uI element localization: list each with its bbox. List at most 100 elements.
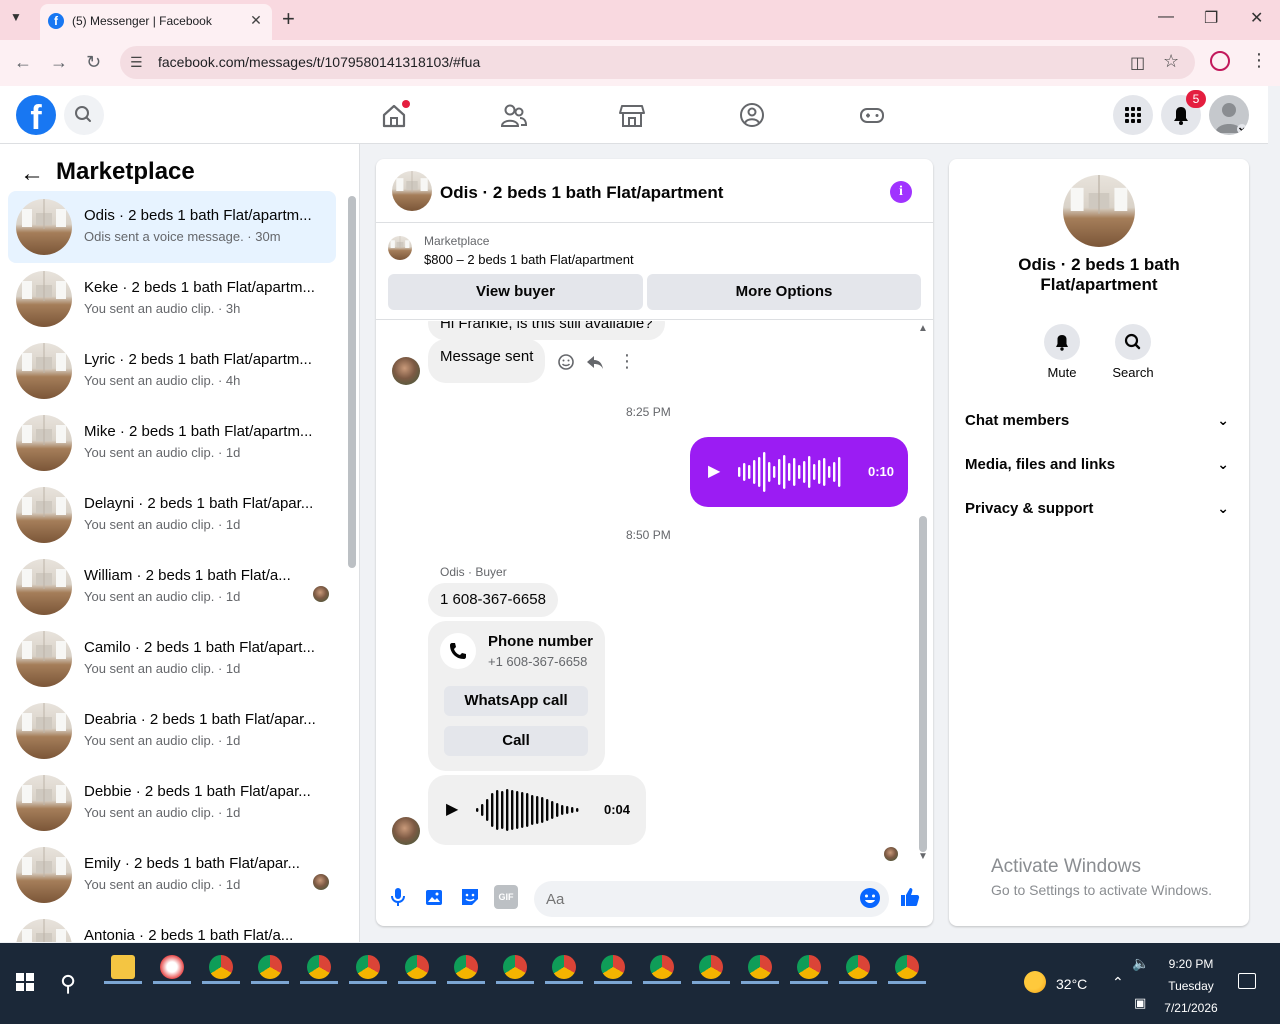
chrome-icon[interactable] — [797, 955, 821, 979]
conversation-item[interactable]: Debbie · 2 beds 1 bath Flat/apar... You s… — [8, 767, 336, 839]
conversation-item[interactable]: Lyric · 2 beds 1 bath Flat/apartm... You … — [8, 335, 336, 407]
restore-icon[interactable]: ❐ — [1204, 8, 1218, 28]
reply-icon[interactable] — [584, 351, 606, 373]
forward-icon[interactable]: → — [50, 52, 68, 73]
network-icon[interactable]: ▣ — [1134, 995, 1146, 1011]
clock-date: 7/21/2026 — [1164, 1001, 1218, 1015]
file-explorer-icon[interactable] — [111, 955, 135, 979]
photo-icon[interactable] — [422, 885, 446, 909]
site-info-icon[interactable]: ☰ — [130, 54, 143, 71]
notification-center-icon[interactable] — [1238, 973, 1256, 989]
more-actions-icon[interactable]: ⋮ — [618, 351, 636, 372]
search-button[interactable] — [64, 95, 104, 135]
chat-scrollbar[interactable] — [919, 516, 927, 852]
mute-button[interactable] — [1044, 324, 1080, 360]
emoji-icon[interactable] — [859, 887, 881, 909]
gif-icon[interactable]: GIF — [494, 885, 518, 909]
play-icon[interactable]: ▶ — [446, 799, 458, 819]
chat-members-section[interactable]: Chat members ⌄ — [965, 412, 1235, 442]
chat-avatar[interactable] — [392, 171, 432, 211]
browser-menu-icon[interactable]: ⋮ — [1250, 50, 1268, 71]
conversation-item[interactable]: Odis · 2 beds 1 bath Flat/apartm... Odis … — [8, 191, 336, 263]
whatsapp-call-button[interactable]: WhatsApp call — [444, 686, 588, 716]
bookmark-star-icon[interactable]: ☆ — [1163, 51, 1179, 72]
chrome-icon[interactable] — [748, 955, 772, 979]
conversation-item[interactable]: Emily · 2 beds 1 bath Flat/apar... You se… — [8, 839, 336, 911]
chrome-icon[interactable] — [209, 955, 233, 979]
search-conversation-button[interactable] — [1115, 324, 1151, 360]
system-tray-chevron-icon[interactable]: ⌃ — [1112, 974, 1124, 991]
account-avatar[interactable] — [1209, 95, 1249, 135]
nav-gaming[interactable] — [852, 98, 892, 132]
minimize-icon[interactable]: — — [1158, 8, 1174, 26]
conversation-item[interactable]: Deabria · 2 beds 1 bath Flat/apar... You … — [8, 695, 336, 767]
info-icon[interactable]: i — [890, 181, 912, 203]
conversation-item[interactable]: Mike · 2 beds 1 bath Flat/apartm... You s… — [8, 407, 336, 479]
conversation-avatar — [16, 343, 72, 399]
scroll-up-arrow-icon[interactable]: ▲ — [918, 323, 928, 334]
chrome-icon[interactable] — [454, 955, 478, 979]
tab-list-chevron-icon[interactable]: ▼ — [10, 10, 22, 24]
conversation-item[interactable]: Camilo · 2 beds 1 bath Flat/apart... You … — [8, 623, 336, 695]
windows-start-icon[interactable] — [16, 973, 34, 991]
clock[interactable]: 9:20 PM Tuesday 7/21/2026 — [1156, 953, 1226, 1019]
user-avatar-icon — [1215, 103, 1247, 134]
new-tab-button[interactable]: + — [282, 6, 295, 32]
sidebar-scrollbar[interactable] — [348, 196, 356, 568]
scroll-down-arrow-icon[interactable]: ▼ — [918, 851, 928, 862]
play-icon[interactable]: ▶ — [708, 461, 720, 481]
facebook-logo-icon[interactable]: f — [16, 95, 56, 135]
react-emoji-icon[interactable] — [556, 352, 576, 372]
chrome-icon[interactable] — [503, 955, 527, 979]
waveform-bar — [531, 795, 534, 825]
browser-tab[interactable]: f (5) Messenger | Facebook ✕ — [40, 4, 272, 40]
nav-friends[interactable] — [493, 98, 533, 132]
nav-marketplace[interactable] — [612, 98, 652, 132]
chrome-icon[interactable] — [846, 955, 870, 979]
more-options-button[interactable]: More Options — [647, 274, 921, 310]
back-icon[interactable]: ← — [14, 52, 32, 73]
conversation-avatar — [16, 631, 72, 687]
weather-icon[interactable] — [1024, 971, 1046, 993]
chrome-icon[interactable] — [307, 955, 331, 979]
url-text[interactable]: facebook.com/messages/t/1079580141318103… — [158, 54, 480, 70]
conversation-item[interactable]: Antonia · 2 beds 1 bath Flat/a... — [8, 911, 336, 942]
chat-title[interactable]: Odis · 2 beds 1 bath Flat/apartment — [440, 183, 723, 203]
volume-icon[interactable]: 🔈 — [1132, 955, 1149, 972]
chrome-icon[interactable] — [356, 955, 380, 979]
browser-profile-icon[interactable] — [1210, 51, 1230, 71]
call-button[interactable]: Call — [444, 726, 588, 756]
chrome-icon[interactable] — [650, 955, 674, 979]
sticker-icon[interactable] — [458, 885, 482, 909]
chrome-icon[interactable] — [258, 955, 282, 979]
thumbs-up-icon[interactable] — [898, 885, 922, 909]
audio-waveform — [738, 452, 841, 492]
taskbar-search-icon[interactable]: ⚲ — [60, 971, 76, 997]
page-scrollbar[interactable] — [1268, 86, 1280, 942]
nav-groups[interactable] — [732, 98, 772, 132]
temperature[interactable]: 32°C — [1056, 976, 1087, 992]
install-app-icon[interactable]: ◫ — [1130, 53, 1145, 73]
conversation-item[interactable]: Delayni · 2 beds 1 bath Flat/apar... You … — [8, 479, 336, 551]
back-arrow-icon[interactable]: ← — [20, 160, 44, 188]
chrome-icon[interactable] — [895, 955, 919, 979]
chrome-icon[interactable] — [552, 955, 576, 979]
microphone-icon[interactable] — [386, 885, 410, 909]
conversation-item[interactable]: William · 2 beds 1 bath Flat/a... You sen… — [8, 551, 336, 623]
media-files-links-section[interactable]: Media, files and links ⌄ — [965, 456, 1235, 486]
chrome-icon[interactable] — [405, 955, 429, 979]
tab-close-icon[interactable]: ✕ — [246, 10, 266, 30]
address-bar[interactable]: ☰ facebook.com/messages/t/10795801413181… — [120, 46, 1195, 79]
paint-app-icon[interactable] — [160, 955, 184, 979]
conversation-item[interactable]: Keke · 2 beds 1 bath Flat/apartm... You s… — [8, 263, 336, 335]
menu-button[interactable] — [1113, 95, 1153, 135]
reload-icon[interactable]: ↻ — [86, 52, 101, 73]
conversation-name: William · 2 beds 1 bath Flat/a... — [84, 567, 291, 584]
message-input[interactable] — [534, 881, 889, 917]
chrome-icon[interactable] — [699, 955, 723, 979]
info-avatar[interactable] — [1063, 175, 1135, 247]
window-close-icon[interactable]: ✕ — [1250, 8, 1263, 28]
view-buyer-button[interactable]: View buyer — [388, 274, 643, 310]
chrome-icon[interactable] — [601, 955, 625, 979]
privacy-support-section[interactable]: Privacy & support ⌄ — [965, 500, 1235, 530]
